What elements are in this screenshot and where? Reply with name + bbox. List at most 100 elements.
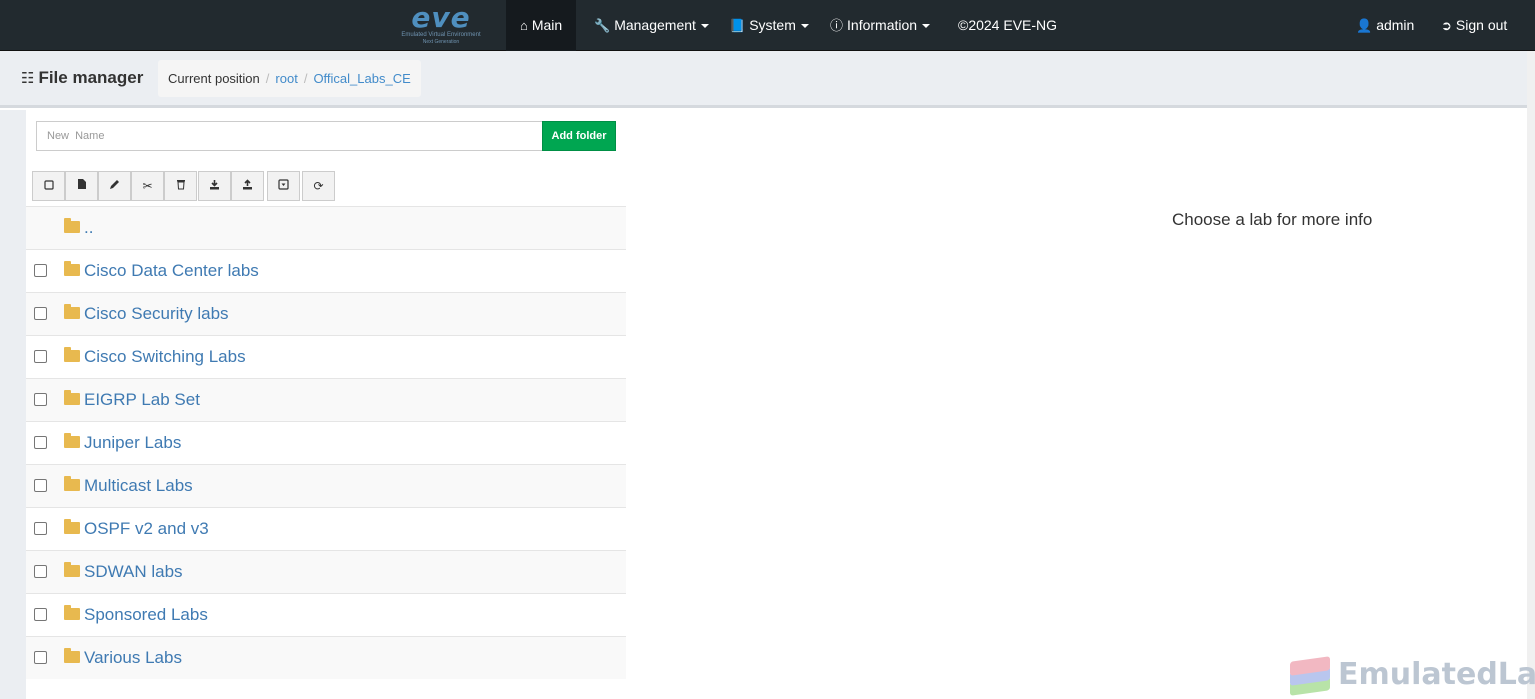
archive-button[interactable] xyxy=(267,171,300,201)
upload-button[interactable] xyxy=(231,171,264,201)
sign-out-icon: ➲ xyxy=(1441,18,1452,33)
row-checkbox[interactable] xyxy=(34,307,47,320)
scrollbar[interactable] xyxy=(1527,51,1535,699)
folder-link[interactable]: Juniper Labs xyxy=(84,433,181,453)
chevron-down-icon xyxy=(800,24,809,29)
row-checkbox[interactable] xyxy=(34,436,47,449)
refresh-icon: ⟳ xyxy=(313,179,324,193)
row-checkbox[interactable] xyxy=(34,651,47,664)
page-title-text: File manager xyxy=(38,68,144,87)
folder-row[interactable]: EIGRP Lab Set xyxy=(26,378,626,421)
user-icon: 👤 xyxy=(1356,18,1373,33)
folder-icon xyxy=(64,605,80,620)
folder-link[interactable]: EIGRP Lab Set xyxy=(84,390,200,410)
select-all-button[interactable] xyxy=(32,171,65,201)
folder-icon xyxy=(64,519,80,534)
left-margin xyxy=(0,110,26,699)
sign-out-label: Sign out xyxy=(1455,17,1508,33)
nav-management[interactable]: 🔧 Management xyxy=(594,0,709,51)
parent-directory-link[interactable]: .. xyxy=(84,218,93,238)
folder-icon xyxy=(64,218,80,233)
folder-link[interactable]: SDWAN labs xyxy=(84,562,183,582)
new-file-icon xyxy=(77,179,87,193)
nav-user[interactable]: 👤 admin xyxy=(1356,0,1414,51)
user-label: admin xyxy=(1376,17,1415,33)
breadcrumb-prefix: Current position xyxy=(168,71,260,86)
nav-management-label: Management xyxy=(614,17,696,33)
wrench-icon: 🔧 xyxy=(594,18,611,33)
nav-main-label: Main xyxy=(531,17,563,33)
watermark-text: EmulatedLab xyxy=(1338,657,1535,692)
delete-icon xyxy=(176,179,186,193)
add-folder-button[interactable]: Add folder xyxy=(542,121,616,151)
file-list: .. Cisco Data Center labs Cisco Security… xyxy=(26,206,626,679)
logo-mark: eve xyxy=(411,1,471,34)
nav-system-label: System xyxy=(749,17,796,33)
eve-logo[interactable]: eve Emulated Virtual Environment Next Ge… xyxy=(393,4,489,46)
cut-button[interactable]: ✂ xyxy=(131,171,164,201)
upload-icon xyxy=(242,179,253,193)
download-button[interactable] xyxy=(198,171,231,201)
book-icon: 📘 xyxy=(729,18,746,33)
nav-main[interactable]: ⌂ Main xyxy=(506,0,577,51)
folder-icon xyxy=(64,390,80,405)
row-checkbox[interactable] xyxy=(34,479,47,492)
nav-information[interactable]: ⓘ Information xyxy=(830,0,931,51)
folder-icon xyxy=(64,261,80,276)
folder-row[interactable]: OSPF v2 and v3 xyxy=(26,507,626,550)
archive-icon xyxy=(278,179,289,193)
nav-system[interactable]: 📘 System xyxy=(729,0,809,51)
folder-row[interactable]: Multicast Labs xyxy=(26,464,626,507)
row-checkbox[interactable] xyxy=(34,393,47,406)
folder-row[interactable]: Cisco Security labs xyxy=(26,292,626,335)
chevron-down-icon xyxy=(922,24,931,29)
folder-link[interactable]: Sponsored Labs xyxy=(84,605,208,625)
folder-row[interactable]: SDWAN labs xyxy=(26,550,626,593)
nav-copyright[interactable]: ©2024 EVE-NG xyxy=(958,0,1057,51)
home-icon: ⌂ xyxy=(520,18,528,33)
chevron-down-icon xyxy=(700,24,709,29)
folder-link[interactable]: Cisco Data Center labs xyxy=(84,261,259,281)
row-checkbox[interactable] xyxy=(34,608,47,621)
folder-icon xyxy=(64,648,80,663)
folder-link[interactable]: OSPF v2 and v3 xyxy=(84,519,209,539)
folder-row[interactable]: Cisco Data Center labs xyxy=(26,249,626,292)
nav-information-label: Information xyxy=(847,17,918,33)
row-checkbox[interactable] xyxy=(34,522,47,535)
info-circle-icon: ⓘ xyxy=(830,18,844,33)
new-file-button[interactable] xyxy=(65,171,98,201)
select-all-icon xyxy=(43,179,54,193)
sitemap-icon: ☷ xyxy=(21,70,35,87)
nav-sign-out[interactable]: ➲ Sign out xyxy=(1441,0,1507,51)
row-checkbox[interactable] xyxy=(34,264,47,277)
breadcrumb-current[interactable]: Offical_Labs_CE xyxy=(313,71,410,86)
top-navbar: eve Emulated Virtual Environment Next Ge… xyxy=(0,0,1535,51)
row-checkbox[interactable] xyxy=(34,350,47,363)
breadcrumb-separator: / xyxy=(265,71,270,86)
page-title: ☷ File manager xyxy=(21,68,143,88)
cut-icon: ✂ xyxy=(142,179,153,193)
edit-icon xyxy=(109,179,120,193)
breadcrumb-separator: / xyxy=(303,71,308,86)
folder-link[interactable]: Cisco Switching Labs xyxy=(84,347,246,367)
folder-row[interactable]: Juniper Labs xyxy=(26,421,626,464)
download-icon xyxy=(209,179,220,193)
row-checkbox[interactable] xyxy=(34,565,47,578)
folder-link[interactable]: Various Labs xyxy=(84,648,182,668)
folder-icon xyxy=(64,304,80,319)
folder-link[interactable]: Cisco Security labs xyxy=(84,304,229,324)
folder-row[interactable]: Cisco Switching Labs xyxy=(26,335,626,378)
parent-directory-row[interactable]: .. xyxy=(26,206,626,249)
new-folder-name-input[interactable] xyxy=(36,121,543,151)
delete-button[interactable] xyxy=(164,171,197,201)
logo-subtitle-2: Next Generation xyxy=(422,39,460,45)
edit-button[interactable] xyxy=(98,171,131,201)
refresh-button[interactable]: ⟳ xyxy=(302,171,335,201)
folder-row[interactable]: Various Labs xyxy=(26,636,626,679)
page-header: ☷ File manager Current position / root / Offi… xyxy=(0,51,1535,108)
folder-icon xyxy=(64,562,80,577)
breadcrumb-root[interactable]: root xyxy=(275,71,297,86)
folder-row[interactable]: Sponsored Labs xyxy=(26,593,626,636)
breadcrumb: Current position / root / Offical_Labs_CE xyxy=(158,60,421,97)
folder-link[interactable]: Multicast Labs xyxy=(84,476,193,496)
